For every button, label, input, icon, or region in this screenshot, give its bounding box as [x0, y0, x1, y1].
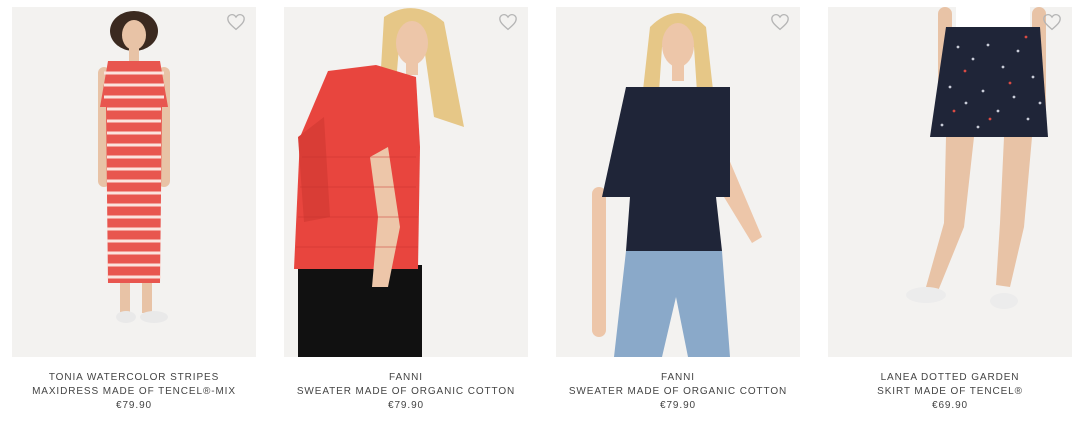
product-name-line2[interactable]: SWEATER MADE OF ORGANIC COTTON [556, 385, 800, 399]
product-info[interactable]: FANNI SWEATER MADE OF ORGANIC COTTON €79… [556, 371, 800, 413]
product-info[interactable]: FANNI SWEATER MADE OF ORGANIC COTTON €79… [284, 371, 528, 413]
product-price: €79.90 [388, 400, 424, 411]
model-navy-knit-sweater-image [556, 7, 800, 357]
product-info[interactable]: LANEA DOTTED GARDEN SKIRT MADE OF TENCEL… [828, 371, 1072, 413]
heart-outline-icon[interactable] [770, 13, 790, 31]
product-name-line1[interactable]: LANEA DOTTED GARDEN [828, 371, 1072, 385]
product-name-line1[interactable]: FANNI [556, 371, 800, 385]
product-name-line2[interactable]: MAXIDRESS MADE OF TENCEL®-MIX [12, 385, 256, 399]
product-card[interactable]: FANNI SWEATER MADE OF ORGANIC COTTON €79… [284, 7, 528, 413]
product-image[interactable] [828, 7, 1072, 357]
product-grid: TONIA WATERCOLOR STRIPES MAXIDRESS MADE … [0, 0, 1080, 422]
heart-outline-icon[interactable] [498, 13, 518, 31]
product-name-line1[interactable]: TONIA WATERCOLOR STRIPES [12, 371, 256, 385]
product-image[interactable] [284, 7, 528, 357]
product-card[interactable]: LANEA DOTTED GARDEN SKIRT MADE OF TENCEL… [828, 7, 1072, 413]
product-name-line2[interactable]: SWEATER MADE OF ORGANIC COTTON [284, 385, 528, 399]
product-price: €69.90 [932, 400, 968, 411]
product-info[interactable]: TONIA WATERCOLOR STRIPES MAXIDRESS MADE … [12, 371, 256, 413]
product-image[interactable] [12, 7, 256, 357]
product-price: €79.90 [660, 400, 696, 411]
model-red-striped-maxidress-image [12, 7, 256, 357]
model-red-knit-sweater-image [284, 7, 528, 357]
product-name-line1[interactable]: FANNI [284, 371, 528, 385]
model-navy-dotted-skirt-image [828, 7, 1072, 357]
product-name-line2[interactable]: SKIRT MADE OF TENCEL® [828, 385, 1072, 399]
product-card[interactable]: TONIA WATERCOLOR STRIPES MAXIDRESS MADE … [12, 7, 256, 413]
product-card[interactable]: FANNI SWEATER MADE OF ORGANIC COTTON €79… [556, 7, 800, 413]
product-price: €79.90 [116, 400, 152, 411]
product-image[interactable] [556, 7, 800, 357]
heart-outline-icon[interactable] [226, 13, 246, 31]
heart-outline-icon[interactable] [1042, 13, 1062, 31]
